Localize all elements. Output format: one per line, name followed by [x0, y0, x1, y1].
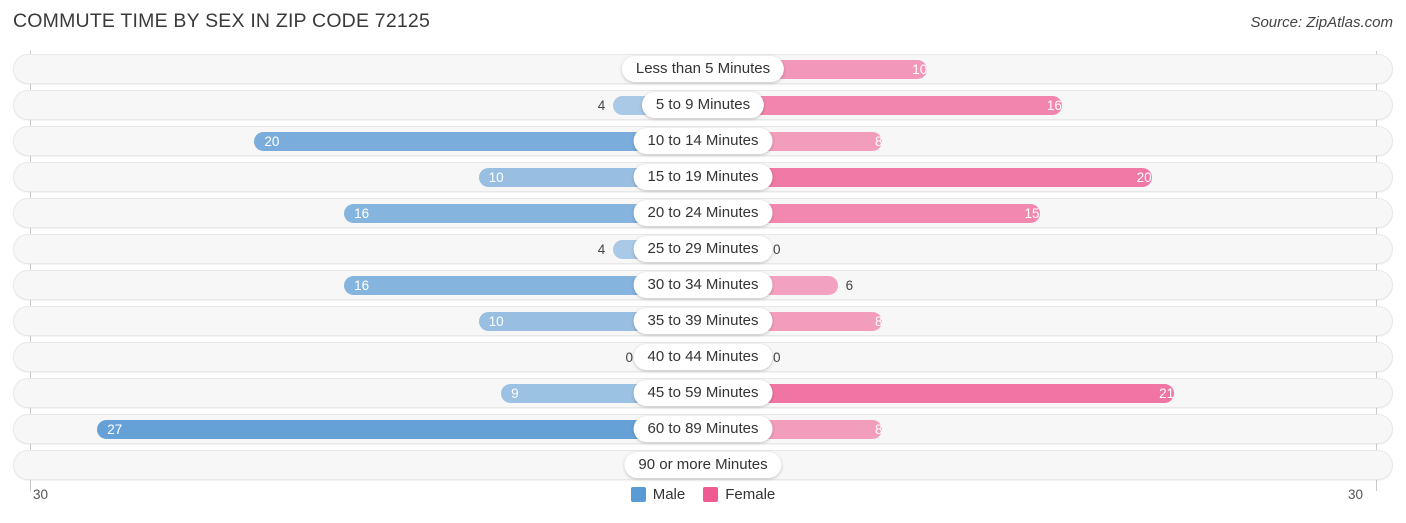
- category-label-pill: 90 or more Minutes: [624, 452, 782, 478]
- value-label-male: 10: [488, 314, 504, 329]
- source-attribution: Source: ZipAtlas.com: [1250, 14, 1393, 31]
- legend-label: Male: [652, 486, 686, 503]
- commute-time-diverging-bar-chart: COMMUTE TIME BY SEX IN ZIP CODE 72125 So…: [0, 0, 1406, 523]
- value-label-female: 21: [1159, 386, 1175, 401]
- bar-male: [97, 420, 703, 439]
- legend-label: Female: [725, 486, 776, 503]
- legend-swatch-icon: [703, 487, 719, 502]
- chart-row: 16 15 20 to 24 Minutes: [13, 198, 1393, 228]
- category-label-pill: 5 to 9 Minutes: [641, 92, 765, 118]
- value-label-male: 4: [597, 242, 606, 257]
- value-label-female: 0: [773, 242, 781, 257]
- category-label-pill: Less than 5 Minutes: [621, 56, 785, 82]
- chart-row: 20 8 10 to 14 Minutes: [13, 126, 1393, 156]
- value-label-male: 0: [625, 350, 633, 365]
- value-label-male: 4: [597, 98, 606, 113]
- category-label-pill: 25 to 29 Minutes: [633, 236, 773, 262]
- legend-item-female[interactable]: Female: [703, 486, 775, 503]
- category-label-pill: 20 to 24 Minutes: [633, 200, 773, 226]
- legend-item-male[interactable]: Male: [630, 486, 686, 503]
- value-label-male: 16: [354, 206, 370, 221]
- category-label-pill: 30 to 34 Minutes: [633, 272, 773, 298]
- value-label-female: 6: [845, 278, 854, 293]
- category-label-pill: 35 to 39 Minutes: [633, 308, 773, 334]
- category-label-pill: 45 to 59 Minutes: [633, 380, 773, 406]
- chart-row: 0 0 40 to 44 Minutes: [13, 342, 1393, 372]
- chart-row: 10 20 15 to 19 Minutes: [13, 162, 1393, 192]
- category-label-pill: 15 to 19 Minutes: [633, 164, 773, 190]
- chart-row: 4 0 25 to 29 Minutes: [13, 234, 1393, 264]
- chart-row: 010Less than 5 Minutes: [13, 54, 1393, 84]
- plot-area: 010Less than 5 Minutes4165 to 9 Minutes2…: [0, 51, 1406, 491]
- value-label-male: 16: [354, 278, 370, 293]
- value-label-female: 0: [773, 350, 781, 365]
- category-label-pill: 60 to 89 Minutes: [633, 416, 773, 442]
- chart-row: 9 21 45 to 59 Minutes: [13, 378, 1393, 408]
- category-label-pill: 40 to 44 Minutes: [633, 344, 773, 370]
- chart-row: 0090 or more Minutes: [13, 450, 1393, 480]
- chart-row: 10 8 35 to 39 Minutes: [13, 306, 1393, 336]
- chart-legend: Male Female: [0, 486, 1406, 503]
- value-label-male: 10: [488, 170, 504, 185]
- page-title: COMMUTE TIME BY SEX IN ZIP CODE 72125: [13, 10, 431, 32]
- value-label-male: 27: [107, 422, 123, 437]
- chart-row: 27 8 60 to 89 Minutes: [13, 414, 1393, 444]
- category-label-pill: 10 to 14 Minutes: [633, 128, 773, 154]
- value-label-male: 9: [511, 386, 519, 401]
- value-label-male: 20: [264, 134, 280, 149]
- legend-swatch-icon: [630, 487, 646, 502]
- chart-row: 4 16 5 to 9 Minutes: [13, 90, 1393, 120]
- chart-row: 16 6 30 to 34 Minutes: [13, 270, 1393, 300]
